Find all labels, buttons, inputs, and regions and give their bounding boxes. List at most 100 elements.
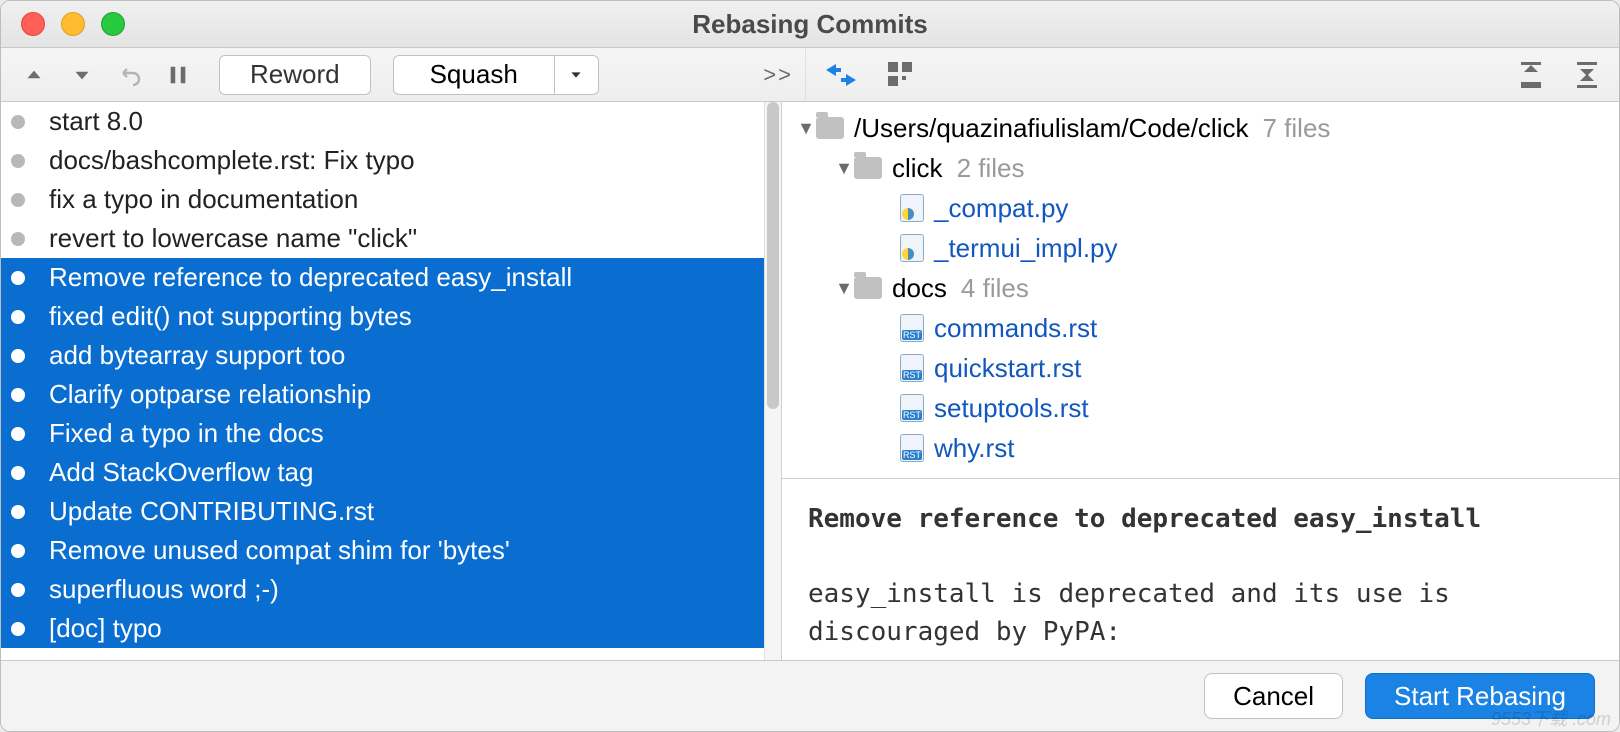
commit-dot-icon: [11, 193, 25, 207]
pause-button[interactable]: [159, 63, 197, 87]
commit-message: fix a typo in documentation: [49, 184, 358, 215]
rst-file-icon: [900, 394, 924, 422]
chevron-down-icon: [568, 67, 584, 83]
commit-row[interactable]: revert to lowercase name "click": [1, 219, 764, 258]
file-name[interactable]: setuptools.rst: [934, 393, 1089, 424]
tree-row[interactable]: why.rst: [782, 428, 1619, 468]
commit-detail: Remove reference to deprecated easy_inst…: [782, 479, 1619, 660]
commit-row[interactable]: superfluous word ;-): [1, 570, 764, 609]
toggle-icon[interactable]: ▼: [834, 158, 854, 179]
tree-label: docs: [892, 273, 947, 304]
commit-row[interactable]: [doc] typo: [1, 609, 764, 648]
commit-dot-icon: [11, 115, 25, 129]
chevron-up-icon: [21, 62, 47, 88]
tree-row[interactable]: ▼ click 2 files: [782, 148, 1619, 188]
commit-scrollbar[interactable]: [764, 102, 781, 660]
dialog-footer: Cancel Start Rebasing 9553下载 .com: [1, 660, 1619, 731]
python-file-icon: [900, 234, 924, 262]
squash-button[interactable]: Squash: [393, 55, 555, 95]
commit-row[interactable]: Add StackOverflow tag: [1, 453, 764, 492]
expand-all-button[interactable]: [1511, 62, 1551, 88]
commit-dot-icon: [11, 271, 25, 285]
chevron-down-icon: [69, 62, 95, 88]
commit-dot-icon: [11, 466, 25, 480]
move-down-button[interactable]: [61, 62, 103, 88]
compare-button[interactable]: [818, 62, 864, 88]
commit-list[interactable]: start 8.0 docs/bashcomplete.rst: Fix typo…: [1, 102, 764, 660]
titlebar: Rebasing Commits: [1, 1, 1619, 48]
tree-label: click: [892, 153, 943, 184]
tree-row[interactable]: _compat.py: [782, 188, 1619, 228]
group-button[interactable]: [880, 62, 922, 88]
move-up-button[interactable]: [13, 62, 55, 88]
file-name[interactable]: commands.rst: [934, 313, 1097, 344]
commit-row[interactable]: Remove unused compat shim for 'bytes': [1, 531, 764, 570]
file-name[interactable]: quickstart.rst: [934, 353, 1081, 384]
folder-icon: [854, 157, 882, 179]
commit-message: add bytearray support too: [49, 340, 345, 371]
cancel-button[interactable]: Cancel: [1204, 673, 1343, 719]
compare-icon: [826, 62, 856, 88]
reword-button[interactable]: Reword: [219, 55, 371, 95]
toolbar-right: [805, 48, 1619, 101]
tree-row[interactable]: ▼ docs 4 files: [782, 268, 1619, 308]
rst-file-icon: [900, 314, 924, 342]
commit-message: Fixed a typo in the docs: [49, 418, 324, 449]
tree-row[interactable]: _termui_impl.py: [782, 228, 1619, 268]
undo-icon: [117, 63, 145, 87]
commit-message: Clarify optparse relationship: [49, 379, 371, 410]
window-title: Rebasing Commits: [1, 9, 1619, 40]
folder-icon: [854, 277, 882, 299]
grid-icon: [888, 62, 914, 88]
tree-row[interactable]: quickstart.rst: [782, 348, 1619, 388]
commit-row[interactable]: docs/bashcomplete.rst: Fix typo: [1, 141, 764, 180]
rst-file-icon: [900, 354, 924, 382]
commit-message: superfluous word ;-): [49, 574, 279, 605]
tree-row[interactable]: ▼ /Users/quazinafiulislam/Code/click 7 fil…: [782, 108, 1619, 148]
commit-message: [doc] typo: [49, 613, 162, 644]
commit-row[interactable]: fix a typo in documentation: [1, 180, 764, 219]
file-tree[interactable]: ▼/Users/quazinafiulislam/Code/click7 fil…: [782, 102, 1619, 479]
python-file-icon: [900, 194, 924, 222]
commit-dot-icon: [11, 622, 25, 636]
start-rebasing-button[interactable]: Start Rebasing: [1365, 673, 1595, 719]
commit-row[interactable]: Remove reference to deprecated easy_inst…: [1, 258, 764, 297]
commit-message: Add StackOverflow tag: [49, 457, 313, 488]
tree-label: /Users/quazinafiulislam/Code/click: [854, 113, 1248, 144]
commit-message: docs/bashcomplete.rst: Fix typo: [49, 145, 415, 176]
commit-row[interactable]: fixed edit() not supporting bytes: [1, 297, 764, 336]
tree-row[interactable]: setuptools.rst: [782, 388, 1619, 428]
toolbar: Reword Squash >>: [1, 48, 1619, 102]
expand-all-icon: [1519, 62, 1543, 88]
commit-message: fixed edit() not supporting bytes: [49, 301, 412, 332]
commit-dot-icon: [11, 232, 25, 246]
squash-split-button: Squash: [393, 55, 599, 95]
tree-meta: 2 files: [957, 153, 1025, 184]
commit-dot-icon: [11, 388, 25, 402]
commit-row[interactable]: add bytearray support too: [1, 336, 764, 375]
folder-icon: [816, 117, 844, 139]
squash-dropdown-button[interactable]: [555, 55, 599, 95]
undo-button[interactable]: [109, 63, 153, 87]
scrollbar-thumb[interactable]: [767, 102, 779, 409]
file-name[interactable]: why.rst: [934, 433, 1014, 464]
commit-row[interactable]: start 8.0: [1, 102, 764, 141]
tree-meta: 7 files: [1262, 113, 1330, 144]
commit-detail-body: easy_install is deprecated and its use i…: [808, 576, 1593, 651]
file-name[interactable]: _compat.py: [934, 193, 1068, 224]
tree-row[interactable]: commands.rst: [782, 308, 1619, 348]
collapse-all-button[interactable]: [1567, 62, 1607, 88]
file-name[interactable]: _termui_impl.py: [934, 233, 1118, 264]
commit-dot-icon: [11, 154, 25, 168]
toggle-icon[interactable]: ▼: [834, 278, 854, 299]
commit-row[interactable]: Fixed a typo in the docs: [1, 414, 764, 453]
commit-row[interactable]: Update CONTRIBUTING.rst: [1, 492, 764, 531]
toggle-icon[interactable]: ▼: [796, 118, 816, 139]
commit-row[interactable]: Clarify optparse relationship: [1, 375, 764, 414]
commit-message: Update CONTRIBUTING.rst: [49, 496, 374, 527]
commit-message: revert to lowercase name "click": [49, 223, 417, 254]
tree-meta: 4 files: [961, 273, 1029, 304]
commit-dot-icon: [11, 544, 25, 558]
commit-dot-icon: [11, 349, 25, 363]
more-actions-button[interactable]: >>: [763, 62, 793, 88]
